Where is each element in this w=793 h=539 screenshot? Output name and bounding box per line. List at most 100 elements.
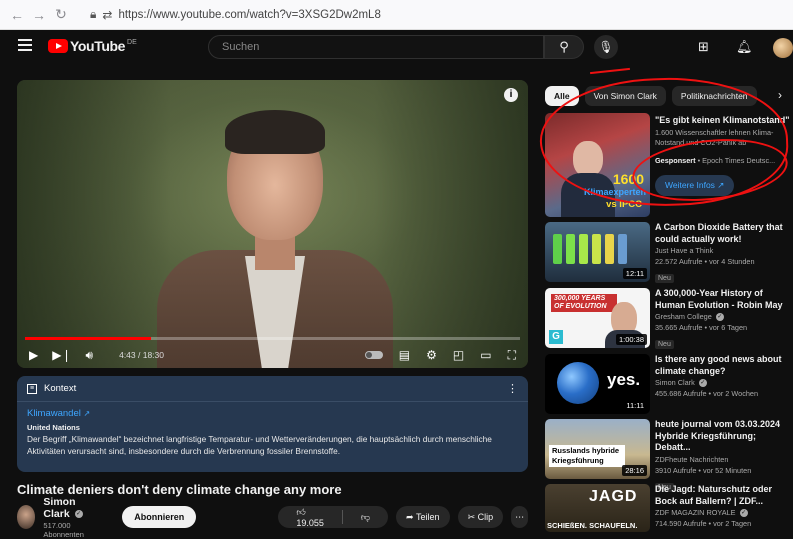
back-arrow-icon[interactable]: ← — [6, 7, 28, 23]
video-title: A Carbon Dioxide Battery that could actu… — [655, 222, 783, 244]
fullscreen-icon[interactable]: ⛶ — [508, 348, 516, 363]
list-item[interactable]: 12:11 A Carbon Dioxide Battery that coul… — [545, 222, 793, 283]
channel-name[interactable]: Just Have a Think — [655, 246, 793, 256]
play-icon[interactable]: ▶ — [29, 348, 38, 362]
channel-name[interactable]: Gresham College ✓ — [655, 312, 793, 322]
verified-icon: ✓ — [739, 509, 748, 518]
share-button[interactable]: ➦ Teilen — [395, 506, 450, 528]
earth-image — [557, 362, 599, 404]
verified-icon: ✓ — [698, 379, 707, 388]
voice-search-button[interactable]: 🎙︎ — [594, 35, 618, 59]
video-thumbnail[interactable]: JAGD SCHIEßEN. SCHAUFELN. — [545, 484, 650, 532]
filter-chips: Alle Von Simon Clark Politiknachrichten — [545, 86, 757, 108]
context-source: United Nations — [27, 423, 80, 432]
reload-icon[interactable]: ↻ — [50, 6, 72, 23]
channel-name[interactable]: ZDFheute Nachrichten — [655, 455, 793, 465]
video-player[interactable]: i ▶ ▶❘ 🔊︎ 4:43 / 18:30 ▤ ⚙ ◰ ▭ ⛶ — [17, 80, 528, 368]
video-thumbnail[interactable]: 12:11 — [545, 222, 650, 282]
settings-gear-icon[interactable]: ⚙ — [426, 348, 437, 362]
video-duration: 12:11 — [622, 268, 647, 279]
video-meta: 3910 Aufrufe • vor 52 Minuten — [655, 465, 752, 475]
chip-politics-news[interactable]: Politiknachrichten — [671, 86, 757, 106]
dislike-button[interactable]: 👎︎ — [343, 512, 388, 523]
subscribe-button[interactable]: Abonnieren — [122, 506, 197, 528]
video-title: Die Jagd: Naturschutz oder Bock auf Ball… — [655, 484, 773, 506]
url-text: https://www.youtube.com/watch?v=3XSG2Dw2… — [118, 8, 381, 21]
list-item[interactable]: JAGD SCHIEßEN. SCHAUFELN. Die Jagd: Natu… — [545, 484, 793, 532]
new-badge: Neu — [655, 340, 674, 349]
channel-name[interactable]: Simon Clark ✓ — [43, 496, 100, 520]
progress-fill — [25, 337, 152, 340]
context-link[interactable]: Klimawandel ↗ — [27, 408, 518, 419]
list-item[interactable]: yes. 11:11 Is there any good news about … — [545, 354, 793, 414]
context-title: Kontext — [44, 383, 77, 394]
address-bar[interactable]: 🔒︎ ⇄ https://www.youtube.com/watch?v=3XS… — [90, 4, 793, 26]
video-thumbnail[interactable]: 300,000 YEARS OF EVOLUTION G 1:00:38 — [545, 288, 650, 348]
autoplay-toggle[interactable] — [364, 351, 383, 359]
channel-avatar[interactable] — [17, 505, 36, 529]
video-meta: 714.590 Aufrufe • vor 2 Tagen — [655, 519, 752, 528]
channel-name[interactable]: ZDF MAGAZIN ROYALE ✓ — [655, 508, 793, 518]
video-meta: 22.572 Aufrufe • vor 4 Stunden — [655, 257, 755, 266]
more-options-icon[interactable]: ⋮ — [507, 382, 518, 395]
menu-icon[interactable] — [18, 39, 32, 51]
next-icon[interactable]: ▶❘ — [52, 348, 71, 362]
youtube-play-logo-icon — [48, 39, 68, 53]
search-button[interactable]: ⚲ — [544, 35, 584, 59]
lock-icon: 🔒︎ — [90, 7, 97, 21]
progress-bar[interactable] — [25, 337, 520, 340]
list-item[interactable]: Russlands hybride Kriegsführung 28:16 he… — [545, 419, 793, 492]
sponsored-ad[interactable]: 1600 Klimaexperten vs IPCC "Es gibt kein… — [545, 113, 793, 217]
gresham-logo: G — [549, 330, 563, 344]
subscriber-count: 517.000 Abonnenten — [43, 520, 84, 539]
like-button[interactable]: 👍︎ 19.055 — [278, 507, 342, 528]
channel-name[interactable]: Simon Clark ✓ — [655, 378, 793, 388]
video-duration: 28:16 — [622, 465, 647, 476]
clip-button[interactable]: ✂ Clip — [457, 506, 504, 528]
context-info-icon: ≡ — [27, 383, 37, 394]
ad-thumb-line2: vs IPCC — [606, 199, 642, 210]
video-duration: 11:11 — [623, 400, 647, 411]
miniplayer-icon[interactable]: ◰ — [453, 348, 464, 362]
theater-mode-icon[interactable]: ▭ — [480, 348, 491, 362]
channel-row: Simon Clark ✓ 517.000 Abonnenten Abonnie… — [17, 496, 528, 539]
ad-thumbnail[interactable]: 1600 Klimaexperten vs IPCC — [545, 113, 650, 217]
permissions-icon[interactable]: ⇄ — [102, 8, 112, 22]
volume-icon[interactable]: 🔊︎ — [86, 348, 94, 363]
logo-region: DE — [127, 38, 137, 46]
video-thumbnail[interactable]: Russlands hybride Kriegsführung 28:16 — [545, 419, 650, 479]
youtube-logo[interactable]: YouTube DE — [48, 38, 137, 54]
video-duration: 1:00:38 — [615, 334, 647, 345]
thumb-text: JAGD — [589, 488, 638, 505]
account-avatar[interactable] — [773, 38, 793, 58]
browser-toolbar: ← → ↻ 🔒︎ ⇄ https://www.youtube.com/watch… — [0, 0, 793, 30]
youtube-header: YouTube DE Suchen ⚲ 🎙︎ ⊞ 🔔︎ — [0, 30, 793, 64]
video-thumbnail[interactable]: yes. 11:11 — [545, 354, 650, 414]
more-info-button[interactable]: Weitere Infos ↗ — [655, 174, 735, 196]
ad-sponsor-line: Gesponsert • Epoch Times Deutsc... — [655, 155, 776, 165]
chevron-right-icon[interactable]: › — [778, 88, 782, 102]
like-dislike-group: 👍︎ 19.055 👎︎ — [278, 506, 388, 528]
video-title: heute journal vom 03.03.2024 Hybride Kri… — [655, 419, 781, 452]
external-link-icon: ↗ — [717, 179, 725, 190]
chip-all[interactable]: Alle — [545, 86, 579, 106]
search-input[interactable]: Suchen — [208, 35, 544, 59]
ad-thumb-number: 1600 — [612, 171, 644, 187]
chip-from-channel[interactable]: Von Simon Clark — [584, 86, 666, 106]
verified-icon: ✓ — [715, 313, 724, 322]
info-icon[interactable]: i — [504, 88, 518, 102]
external-link-icon: ↗ — [83, 409, 91, 418]
list-item[interactable]: 300,000 YEARS OF EVOLUTION G 1:00:38 A 3… — [545, 288, 793, 349]
thumb-subtext: SCHIEßEN. SCHAUFELN. — [547, 521, 638, 530]
video-title: A 300,000-Year History of Human Evolutio… — [655, 288, 783, 310]
notifications-bell-icon[interactable]: 🔔︎ — [736, 39, 753, 55]
create-video-icon[interactable]: ⊞ — [698, 39, 709, 55]
search-icon: ⚲ — [559, 39, 569, 54]
new-badge: Neu — [655, 274, 674, 283]
subtitles-icon[interactable]: ▤ — [399, 348, 410, 362]
thumb-text: yes. — [607, 370, 641, 389]
microphone-icon: 🎙︎ — [598, 40, 614, 54]
forward-arrow-icon[interactable]: → — [28, 7, 50, 23]
thumbs-down-icon: 👎︎ — [360, 511, 370, 522]
more-actions-button[interactable]: ⋯ — [511, 506, 528, 528]
